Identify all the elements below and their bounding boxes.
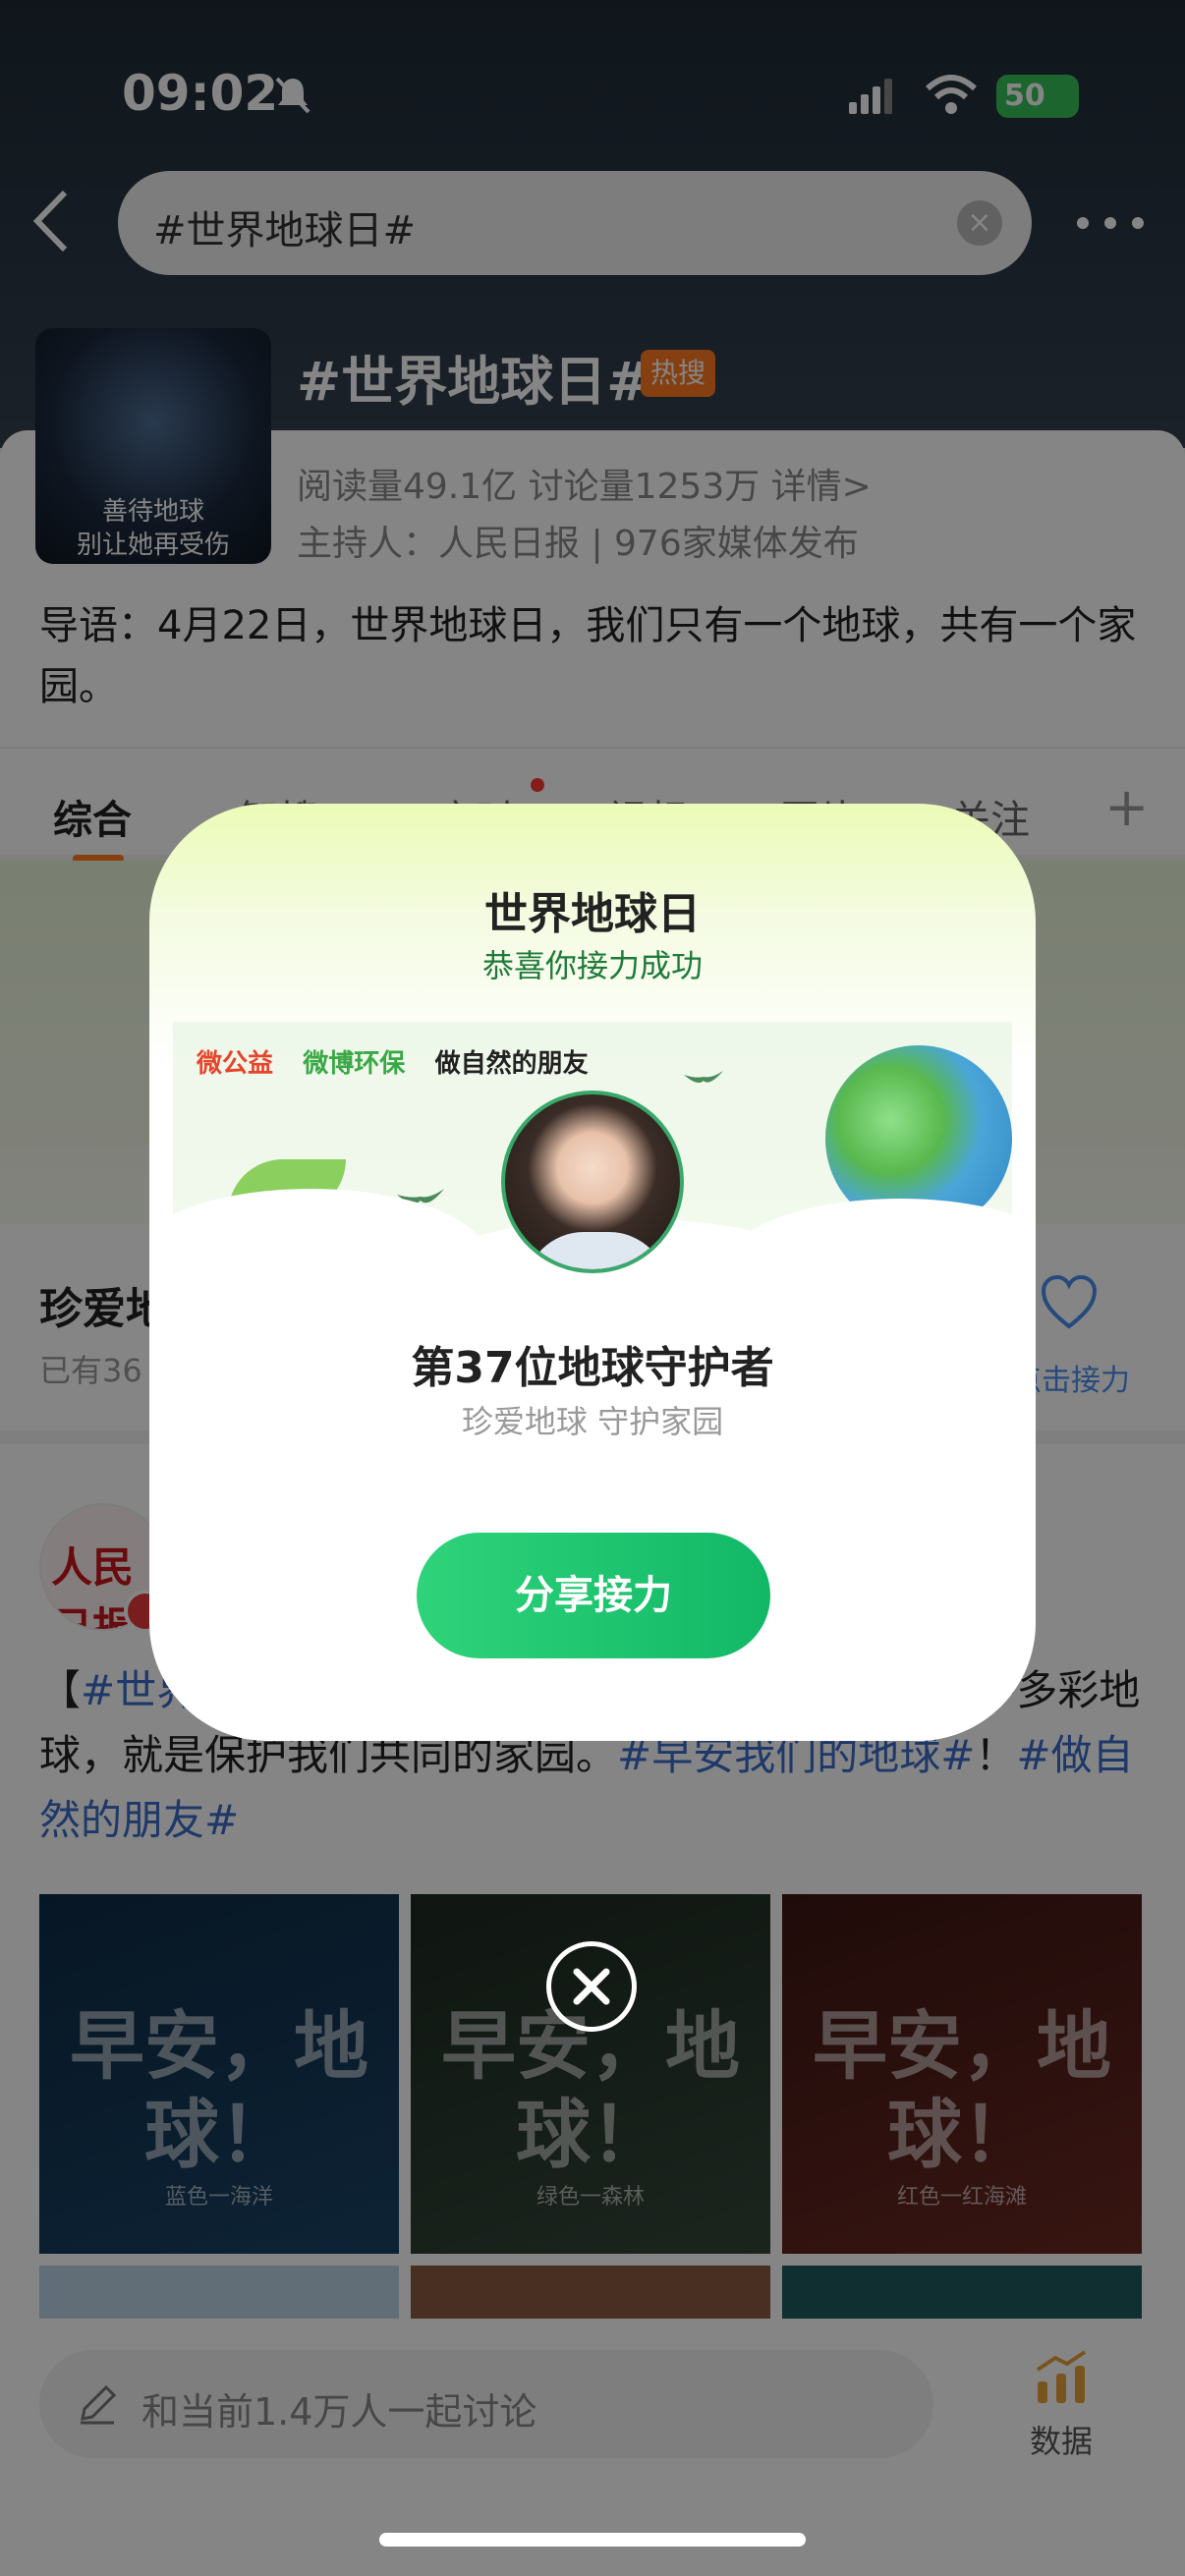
share-relay-button[interactable]: 分享接力	[417, 1533, 770, 1658]
home-indicator[interactable]	[379, 2533, 806, 2547]
guardian-slogan: 珍爱地球 守护家园	[461, 1403, 724, 1440]
guardian-rank-title: 第37位地球守护者	[411, 1343, 774, 1393]
weigongyi-logo: 微公益	[197, 1049, 274, 1079]
cloud-shape	[723, 1199, 1012, 1287]
sponsor-logos: 微公益 微博环保 做自然的朋友	[197, 1043, 610, 1083]
weibo-eco-logo: 微博环保	[303, 1049, 406, 1079]
avatar-shirt	[525, 1232, 668, 1269]
swallow-icon	[684, 1071, 723, 1083]
modal-subtitle: 恭喜你接力成功	[481, 947, 703, 984]
user-avatar	[501, 1091, 684, 1273]
modal-title: 世界地球日	[484, 889, 701, 939]
close-modal-icon[interactable]	[546, 1941, 637, 2032]
nature-friend-logo: 做自然的朋友	[434, 1049, 589, 1079]
relay-success-modal: 世界地球日 恭喜你接力成功 微公益 微博环保 做自然的朋友 第37位地球守护者 …	[149, 804, 1036, 1741]
